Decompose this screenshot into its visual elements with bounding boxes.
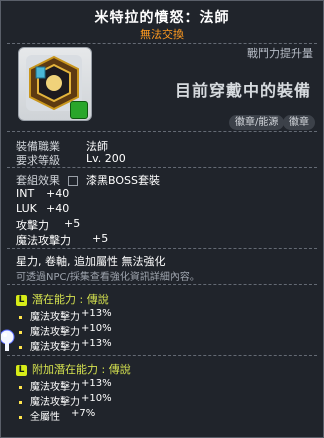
power-increase-label: 戰鬥力提升量 xyxy=(247,47,313,60)
additional-potential-line: 全屬性 xyxy=(19,408,60,423)
divider xyxy=(7,248,317,249)
potential-line-label: 魔法攻擊力 xyxy=(30,342,80,353)
item-title: 米特拉的憤怒：法師 xyxy=(94,10,230,26)
set-effect-label: 套組效果 xyxy=(16,174,60,187)
stat-int-row: INT +40 xyxy=(16,187,69,200)
additional-potential-header: L 附加潛在能力 : 傳說 xyxy=(16,361,131,377)
equipped-indicator: 目前穿戴中的裝備 xyxy=(174,81,311,100)
additional-potential-line-value: +13% xyxy=(81,378,112,389)
legendary-badge-icon: L xyxy=(16,294,27,306)
bullet-icon xyxy=(19,385,22,389)
bullet-icon xyxy=(19,345,22,349)
additional-potential-line-value: +10% xyxy=(81,393,112,404)
potential-header: L 潛在能力 : 傳說 xyxy=(16,291,109,307)
potential-title: 潛在能力 : 傳說 xyxy=(32,293,109,306)
bullet-icon xyxy=(19,415,22,419)
set-effect-value: 漆黑BOSS套裝 xyxy=(86,174,160,187)
additional-potential-line-value: +7% xyxy=(71,408,96,419)
stat-luk-value: +40 xyxy=(46,202,70,215)
set-lock-icon xyxy=(67,176,78,186)
divider xyxy=(7,131,317,132)
stat-magic-attack-value: +5 xyxy=(92,232,109,245)
potential-line: 魔法攻擊力 xyxy=(19,338,80,353)
lock-icon xyxy=(70,101,88,119)
required-level-value: Lv. 200 xyxy=(86,152,126,165)
bullet-icon xyxy=(19,400,22,404)
item-tooltip: 米特拉的憤怒：法師 無法交換 戰鬥力提升量 目前穿戴中的裝備 徽章/能源 徽章 … xyxy=(0,0,324,438)
divider xyxy=(7,43,317,44)
bullet-icon xyxy=(19,330,22,334)
enhance-note: 星力, 卷軸, 追加屬性 無法強化 xyxy=(16,255,166,268)
stat-magic-attack-row: 魔法攻擊力 +5 xyxy=(16,232,108,248)
stat-magic-attack-label: 魔法攻擊力 xyxy=(16,234,71,247)
potential-line: 魔法攻擊力 xyxy=(19,323,80,338)
divider xyxy=(7,167,317,168)
additional-potential-line-label: 魔法攻擊力 xyxy=(30,382,80,393)
required-level-label: 要求等級 xyxy=(16,154,60,167)
stat-luk-row: LUK +40 xyxy=(16,202,69,215)
cursor-icon xyxy=(1,329,15,351)
stat-luk-label: LUK xyxy=(16,202,37,215)
untradeable-label: 無法交換 xyxy=(140,28,184,41)
required-level-row: 要求等級 Lv. 200 xyxy=(16,152,126,168)
additional-potential-title: 附加潛在能力 : 傳說 xyxy=(32,363,131,376)
additional-potential-line: 魔法攻擊力 xyxy=(19,393,80,408)
tag-badge-energy: 徽章/能源 xyxy=(229,115,285,130)
divider xyxy=(7,355,317,356)
set-effect-row: 套組效果 漆黑BOSS套裝 xyxy=(16,172,160,188)
potential-line-label: 魔法攻擊力 xyxy=(30,327,80,338)
divider xyxy=(7,284,317,285)
bullet-icon xyxy=(19,315,22,319)
stat-int-label: INT xyxy=(16,187,35,200)
additional-potential-line-label: 全屬性 xyxy=(30,412,60,423)
potential-line-value: +10% xyxy=(81,323,112,334)
potential-line-label: 魔法攻擊力 xyxy=(30,312,80,323)
stat-attack-row: 攻擊力 +5 xyxy=(16,217,80,233)
stat-int-value: +40 xyxy=(46,187,70,200)
potential-line-value: +13% xyxy=(81,308,112,319)
legendary-badge-icon: L xyxy=(16,364,27,376)
additional-potential-line: 魔法攻擊力 xyxy=(19,378,80,393)
potential-line: 魔法攻擊力 xyxy=(19,308,80,323)
stat-attack-value: +5 xyxy=(64,217,81,230)
additional-potential-line-label: 魔法攻擊力 xyxy=(30,397,80,408)
stat-attack-label: 攻擊力 xyxy=(16,219,49,232)
potential-line-value: +13% xyxy=(81,338,112,349)
tag-badge: 徽章 xyxy=(283,115,315,130)
enhance-detail-note: 可透過NPC/採集查看強化資訊詳細內容。 xyxy=(16,272,200,283)
